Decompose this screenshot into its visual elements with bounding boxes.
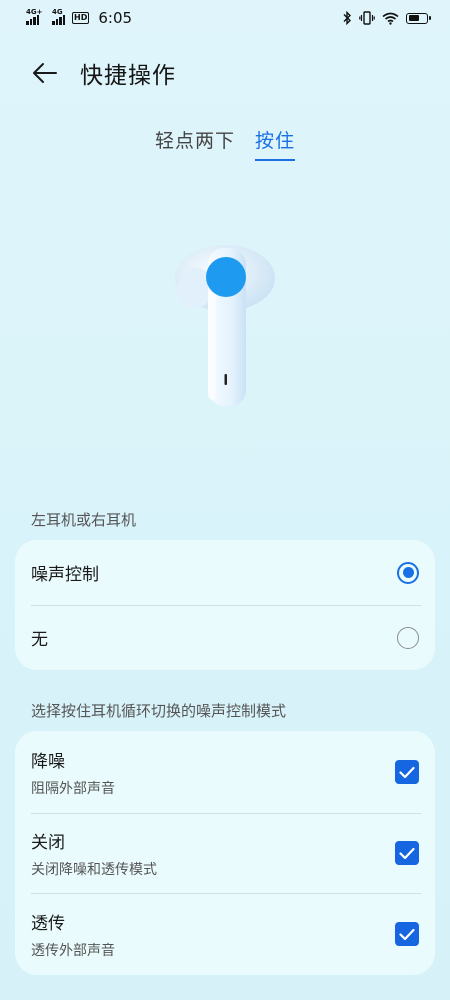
status-left: 4G+ 4G HD 6:05	[26, 8, 133, 27]
wifi-icon	[382, 12, 399, 25]
option-label: 噪声控制	[31, 565, 99, 585]
radio-selected-icon[interactable]	[397, 561, 419, 584]
bluetooth-icon	[343, 11, 351, 25]
option-noise-control[interactable]: 噪声控制	[15, 540, 435, 605]
battery-icon	[406, 12, 431, 24]
checkbox-checked-icon[interactable]	[395, 841, 419, 865]
mode-transparency[interactable]: 透传 透传外部声音	[15, 893, 435, 975]
section-label: 左耳机或右耳机	[31, 511, 137, 529]
status-time: 6:05	[98, 9, 133, 27]
mode-subtitle: 阻隔外部声音	[31, 780, 115, 797]
mode-title: 关闭	[31, 832, 65, 853]
mode-title: 降噪	[31, 751, 65, 772]
header: 快捷操作	[0, 48, 450, 98]
mode-text: 透传 透传外部声音	[31, 909, 115, 960]
mode-off[interactable]: 关闭 关闭降噪和透传模式	[15, 813, 435, 893]
mode-text: 降噪 阻隔外部声音	[31, 747, 115, 798]
earbud-image	[175, 245, 275, 406]
back-arrow-icon[interactable]	[25, 53, 65, 93]
tab-press-hold[interactable]: 按住	[255, 126, 296, 161]
checkbox-checked-icon[interactable]	[395, 760, 419, 784]
option-none[interactable]: 无	[15, 605, 435, 670]
signal-icon: 4G+	[26, 8, 42, 25]
section-label: 选择按住耳机循环切换的噪声控制模式	[31, 702, 287, 720]
status-right	[342, 11, 431, 25]
mode-title: 透传	[31, 913, 65, 934]
mode-noise-cancel[interactable]: 降噪 阻隔外部声音	[15, 731, 435, 813]
option-label: 无	[31, 630, 48, 650]
mode-text: 关闭 关闭降噪和透传模式	[31, 828, 157, 879]
hd-icon: HD	[72, 12, 90, 24]
mode-subtitle: 关闭降噪和透传模式	[31, 861, 157, 878]
checkbox-checked-icon[interactable]	[395, 922, 419, 946]
mode-subtitle: 透传外部声音	[31, 942, 115, 959]
page-title: 快捷操作	[80, 63, 176, 89]
status-bar: 4G+ 4G HD 6:05	[0, 0, 450, 36]
mode-card: 降噪 阻隔外部声音 关闭 关闭降噪和透传模式 透传 透传外部声音	[15, 731, 435, 975]
signal-icon: 4G	[52, 8, 65, 25]
option-card: 噪声控制 无	[15, 540, 435, 670]
radio-unselected-icon[interactable]	[397, 626, 419, 649]
vibrate-icon	[359, 11, 375, 25]
tab-bar: 轻点两下 按住	[0, 126, 450, 161]
tab-double-tap[interactable]: 轻点两下	[155, 126, 235, 161]
